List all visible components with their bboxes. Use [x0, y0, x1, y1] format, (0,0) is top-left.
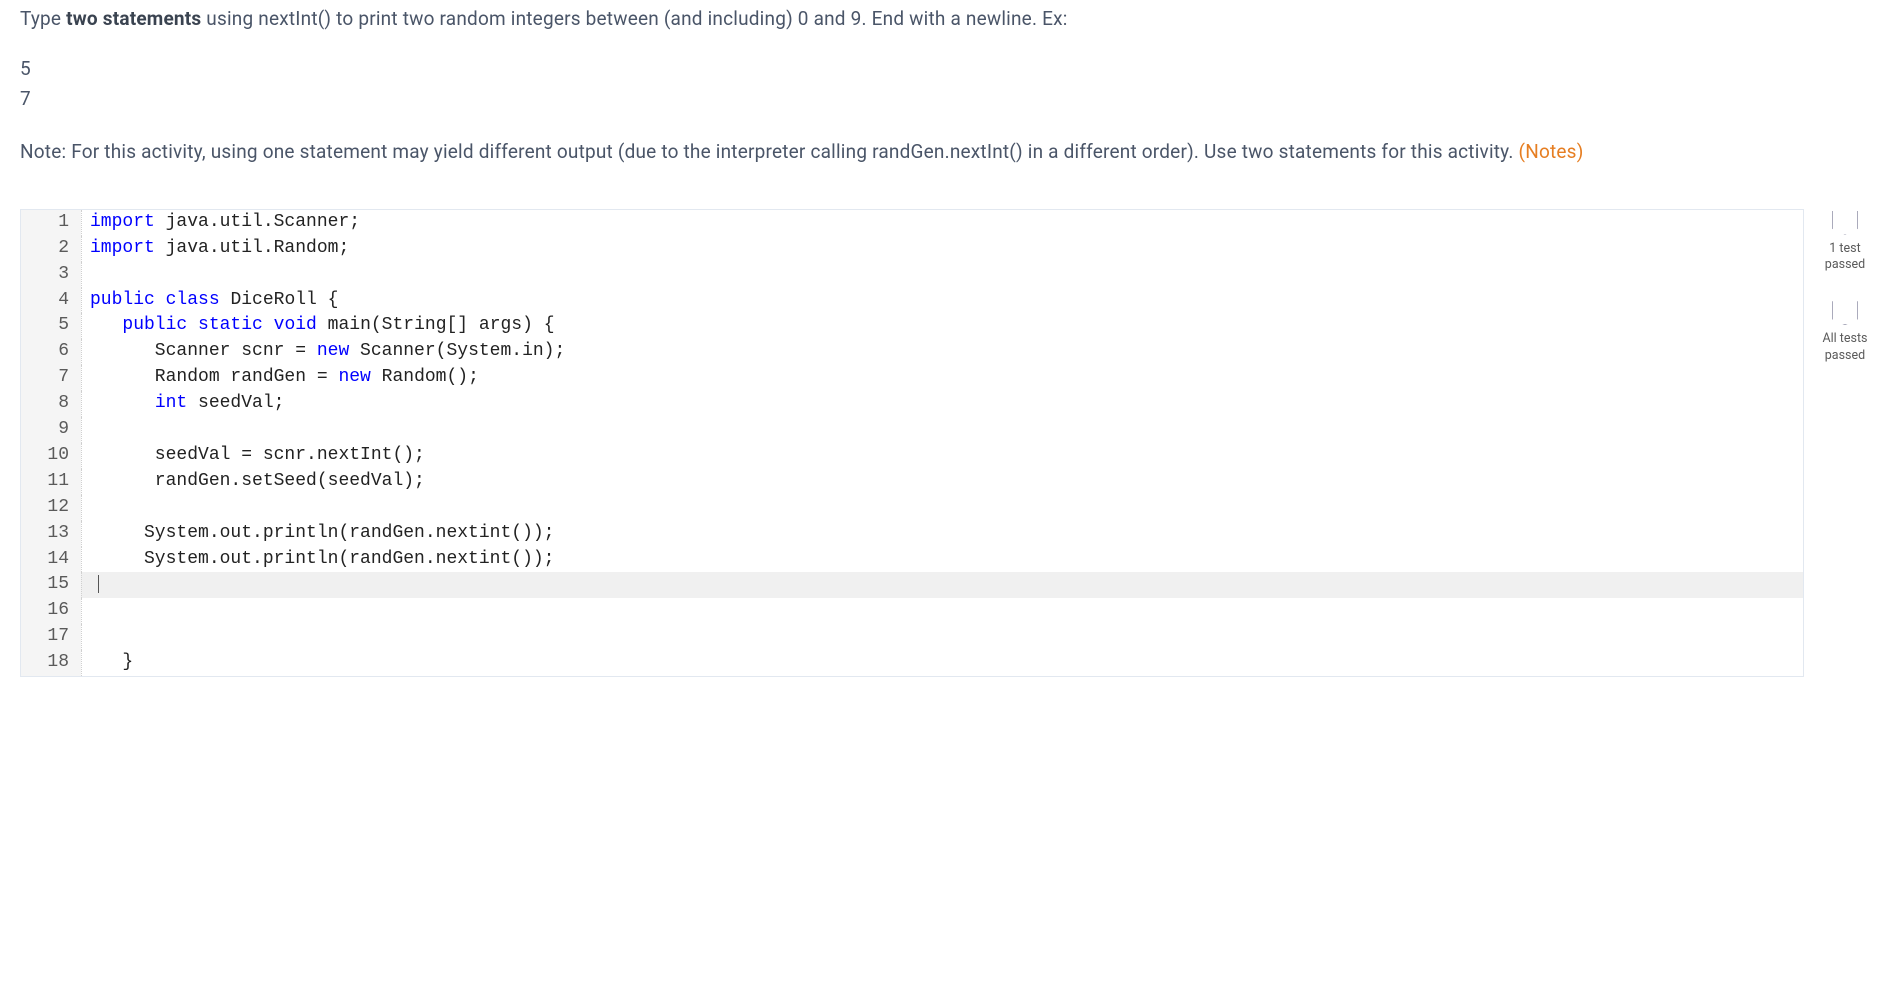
code-line[interactable]: 10 seedVal = scnr.nextInt(); [21, 443, 1803, 469]
line-number: 5 [21, 313, 81, 339]
badge-one-test: 1 testpassed [1825, 211, 1865, 274]
code-line[interactable]: 1import java.util.Scanner; [21, 210, 1803, 236]
badge-all-tests: All testspassed [1822, 301, 1867, 364]
code-content[interactable]: import java.util.Random; [81, 236, 1803, 262]
code-content[interactable] [81, 495, 1803, 521]
cursor-icon [98, 575, 99, 593]
line-number: 3 [21, 262, 81, 288]
code-content[interactable]: Random randGen = new Random(); [81, 365, 1803, 391]
badge-all-tests-label: All testspassed [1822, 331, 1867, 364]
code-content[interactable] [81, 624, 1803, 650]
code-content[interactable]: } [81, 650, 1803, 676]
line-number: 9 [21, 417, 81, 443]
code-line[interactable]: 18 } [21, 650, 1803, 676]
line-number: 15 [21, 572, 81, 598]
code-line[interactable]: 13 System.out.println(randGen.nextint())… [21, 521, 1803, 547]
line-number: 14 [21, 547, 81, 573]
code-content[interactable]: public class DiceRoll { [81, 288, 1803, 314]
code-line[interactable]: 2import java.util.Random; [21, 236, 1803, 262]
line-number: 18 [21, 650, 81, 676]
notes-link[interactable]: (Notes) [1519, 140, 1584, 163]
code-content[interactable]: import java.util.Scanner; [81, 210, 1803, 236]
code-line[interactable]: 3 [21, 262, 1803, 288]
example-line-2: 7 [20, 84, 1874, 114]
prompt-bold: two statements [66, 7, 201, 30]
badge-one-test-label: 1 testpassed [1825, 241, 1865, 274]
code-line[interactable]: 4public class DiceRoll { [21, 288, 1803, 314]
code-line[interactable]: 7 Random randGen = new Random(); [21, 365, 1803, 391]
shield-icon [1832, 211, 1858, 235]
line-number: 17 [21, 624, 81, 650]
code-content[interactable]: Scanner scnr = new Scanner(System.in); [81, 339, 1803, 365]
line-number: 13 [21, 521, 81, 547]
code-content[interactable]: int seedVal; [81, 391, 1803, 417]
code-content[interactable]: randGen.setSeed(seedVal); [81, 469, 1803, 495]
line-number: 8 [21, 391, 81, 417]
code-content[interactable] [81, 572, 1803, 598]
code-line[interactable]: 11 randGen.setSeed(seedVal); [21, 469, 1803, 495]
prompt-suffix: using nextInt() to print two random inte… [201, 7, 1067, 30]
code-content[interactable] [81, 262, 1803, 288]
code-line[interactable]: 5 public static void main(String[] args)… [21, 313, 1803, 339]
line-number: 11 [21, 469, 81, 495]
prompt-prefix: Type [20, 7, 66, 30]
shield-icon [1832, 301, 1858, 325]
code-line[interactable]: 14 System.out.println(randGen.nextint())… [21, 547, 1803, 573]
prompt-section: Type two statements using nextInt() to p… [20, 5, 1874, 167]
code-line[interactable]: 17 [21, 624, 1803, 650]
prompt-text: Type two statements using nextInt() to p… [20, 5, 1874, 34]
code-editor[interactable]: 1import java.util.Scanner;2import java.u… [20, 209, 1804, 677]
code-line[interactable]: 16 [21, 598, 1803, 624]
code-content[interactable] [81, 598, 1803, 624]
code-content[interactable]: seedVal = scnr.nextInt(); [81, 443, 1803, 469]
line-number: 2 [21, 236, 81, 262]
code-line[interactable]: 12 [21, 495, 1803, 521]
line-number: 1 [21, 210, 81, 236]
line-number: 7 [21, 365, 81, 391]
code-line[interactable]: 15 [21, 572, 1803, 598]
line-number: 6 [21, 339, 81, 365]
code-line[interactable]: 8 int seedVal; [21, 391, 1803, 417]
line-number: 16 [21, 598, 81, 624]
code-line[interactable]: 9 [21, 417, 1803, 443]
line-number: 4 [21, 288, 81, 314]
example-line-1: 5 [20, 54, 1874, 84]
line-number: 10 [21, 443, 81, 469]
badges-panel: 1 testpassed All testspassed [1816, 209, 1874, 364]
line-number: 12 [21, 495, 81, 521]
example-output: 5 7 [20, 54, 1874, 115]
code-content[interactable] [81, 417, 1803, 443]
code-container: 1import java.util.Scanner;2import java.u… [20, 209, 1874, 677]
code-content[interactable]: System.out.println(randGen.nextint()); [81, 547, 1803, 573]
note-body: Note: For this activity, using one state… [20, 140, 1519, 163]
note-text: Note: For this activity, using one state… [20, 138, 1874, 167]
code-line[interactable]: 6 Scanner scnr = new Scanner(System.in); [21, 339, 1803, 365]
code-content[interactable]: public static void main(String[] args) { [81, 313, 1803, 339]
code-content[interactable]: System.out.println(randGen.nextint()); [81, 521, 1803, 547]
